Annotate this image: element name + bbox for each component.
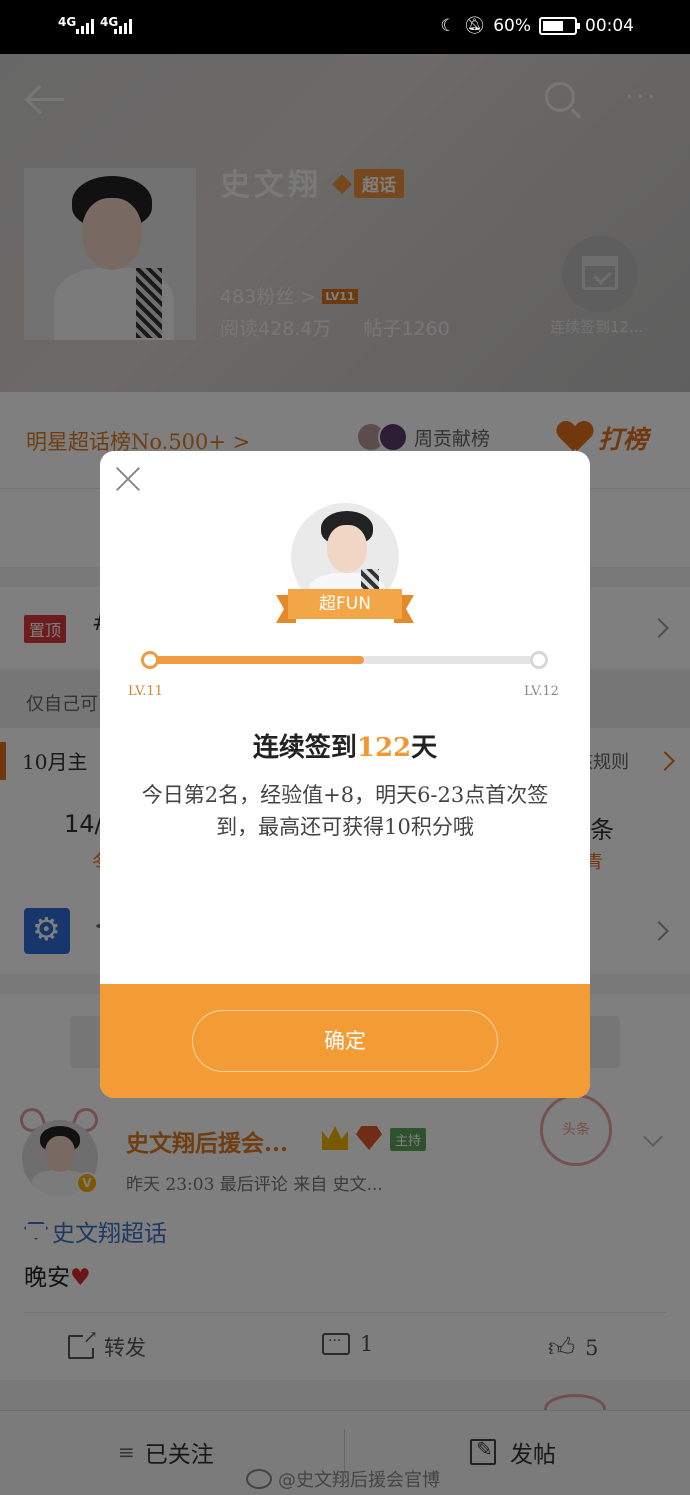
fun-ribbon: 超FUN xyxy=(276,589,414,623)
progress-end-dot xyxy=(530,651,548,669)
weibo-logo-icon xyxy=(246,1469,272,1489)
weibo-watermark: @史文翔后援会官博 xyxy=(246,1466,440,1492)
battery-icon xyxy=(539,17,580,35)
battery-percent: 60% xyxy=(493,16,531,36)
dialog-description: 今日第2名，经验值+8，明天6-23点首次签到，最高还可获得10积分哦 xyxy=(141,783,549,839)
moon-icon: ☾ xyxy=(440,16,456,36)
close-icon[interactable] xyxy=(114,465,142,493)
confirm-button[interactable]: 确定 xyxy=(192,1010,498,1072)
streak-days: 122 xyxy=(356,733,412,763)
dialog-footer: 确定 xyxy=(100,984,590,1098)
clock: 00:04 xyxy=(585,16,634,36)
dialog-title: 连续签到122天 xyxy=(252,733,438,763)
signal-icon-2 xyxy=(114,18,132,34)
progress-start-dot xyxy=(141,651,159,669)
signal-icon-1 xyxy=(76,18,94,34)
level-progress-bar xyxy=(141,651,548,669)
level-from: LV.11 xyxy=(128,684,163,699)
mute-icon: 🔕︎ xyxy=(463,16,486,36)
level-to: LV.12 xyxy=(524,684,559,699)
network-indicator-1: 4G xyxy=(58,15,77,29)
checkin-success-dialog: 超FUN LV.11 LV.12 连续签到122天 今日第2名，经验值+8，明天… xyxy=(100,451,590,1098)
status-bar: 4G 4G ☾ 🔕︎ 60% 00:04 xyxy=(0,0,690,54)
level-progress-fill xyxy=(147,656,365,664)
